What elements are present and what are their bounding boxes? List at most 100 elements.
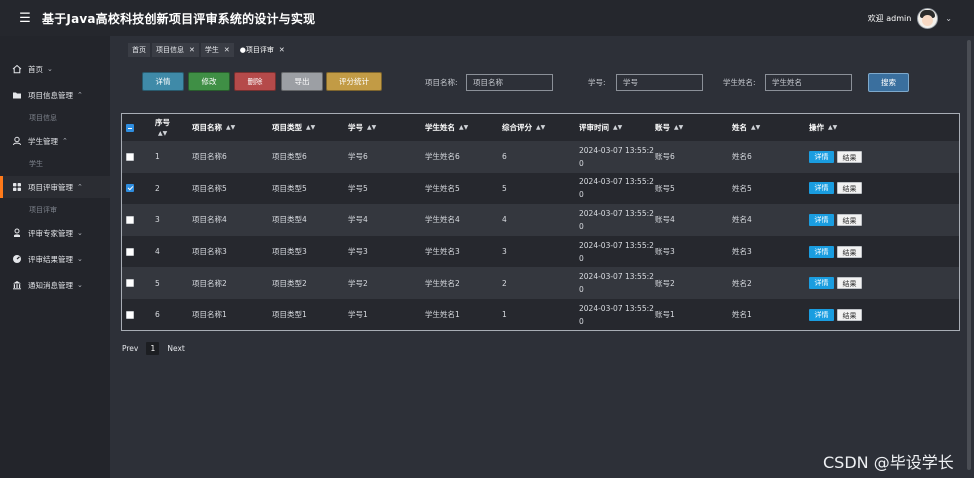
row-result-button[interactable]: 结果 [837,277,862,290]
tab-label: 学生 [204,46,219,54]
time-line: 2024-03-07 13:55:2 [579,272,654,282]
row-checkbox[interactable] [126,215,134,224]
row-result-button[interactable]: 结果 [837,245,862,258]
cell-account: 账号2 [655,278,675,288]
avatar[interactable] [917,7,939,29]
col-header-score[interactable]: 综合评分 ▲▼ [502,114,545,141]
vertical-scrollbar[interactable] [967,40,971,470]
column-label: 项目类型 [272,123,302,132]
row-checkbox[interactable] [126,279,134,288]
chevron-down-icon[interactable]: ⌄ [945,14,952,23]
score-stats-button[interactable]: 评分统计 [326,72,382,91]
student-no-input[interactable] [616,74,703,91]
sidebar-item-results[interactable]: 评审结果管理 ⌄ [0,248,110,270]
table-row[interactable]: 1 项目名称6 项目类型6 学号6 学生姓名6 6 2024-03-07 13:… [122,141,959,173]
search-button[interactable]: 搜索 [868,73,909,92]
column-label: 综合评分 [502,123,532,132]
cell-ops: 详情 结果 [809,267,862,299]
table-row[interactable]: 2 项目名称5 项目类型5 学号5 学生姓名5 5 2024-03-07 13:… [122,172,959,205]
cell-account: 账号4 [655,215,675,225]
col-header-name[interactable]: 姓名 ▲▼ [732,114,760,141]
table-row[interactable]: 3 项目名称4 项目类型4 学号4 学生姓名4 4 2024-03-07 13:… [122,204,959,236]
column-label: 操作 [809,123,824,132]
sort-icon: ▲▼ [828,124,838,131]
row-detail-button[interactable]: 详情 [809,182,834,195]
col-header-project[interactable]: 项目名称 ▲▼ [192,114,235,141]
select-all-checkbox[interactable] [126,123,134,132]
cell-account: 账号3 [655,247,675,257]
row-detail-button[interactable]: 详情 [809,245,834,258]
tab-project-info[interactable]: 项目信息 ✕ [152,43,199,57]
cell-sid: 学号1 [348,310,368,320]
table-row[interactable]: 5 项目名称2 项目类型2 学号2 学生姓名2 2 2024-03-07 13:… [122,267,959,299]
export-button[interactable]: 导出 [281,72,323,91]
col-header-sid[interactable]: 学号 ▲▼ [348,114,376,141]
col-header-account[interactable]: 账号 ▲▼ [655,114,683,141]
sidebar-sub-review[interactable]: 项目评审 [0,198,110,222]
cell-score: 2 [502,278,507,288]
avatar-face [922,14,934,26]
detail-button[interactable]: 详情 [142,72,184,91]
row-result-button[interactable]: 结果 [837,308,862,321]
edit-button[interactable]: 修改 [188,72,230,91]
cell-ops: 详情 结果 [809,299,862,330]
tab-review[interactable]: ●项目评审 ✕ [235,43,289,57]
cell-type: 项目类型6 [272,152,307,162]
cell-name: 姓名6 [732,152,752,162]
person-icon [11,228,22,239]
close-icon[interactable]: ✕ [189,46,195,54]
table-row[interactable]: 6 项目名称1 项目类型1 学号1 学生姓名1 1 2024-03-07 13:… [122,299,959,330]
col-header-ops[interactable]: 操作 ▲▼ [809,114,837,141]
time-line: 0 [579,253,584,263]
row-select-cell [126,141,134,173]
row-checkbox[interactable] [126,184,134,193]
row-checkbox[interactable] [126,152,134,161]
sidebar-item-home[interactable]: 首页 ⌄ [0,58,110,80]
sidebar-item-review[interactable]: 项目评审管理 ⌃ [0,176,110,198]
cell-account: 账号6 [655,152,675,162]
tab-student[interactable]: 学生 ✕ [200,43,234,57]
tab-home[interactable]: 首页 [128,43,150,57]
row-result-button[interactable]: 结果 [837,182,862,195]
col-header-sname[interactable]: 学生姓名 ▲▼ [425,114,468,141]
cell-sname: 学生姓名3 [425,247,460,257]
student-name-input[interactable] [765,74,852,91]
cell-sname: 学生姓名6 [425,152,460,162]
sidebar-item-student[interactable]: 学生管理 ⌃ [0,130,110,152]
sidebar-item-notices[interactable]: 通知消息管理 ⌄ [0,274,110,296]
sidebar-item-project-info[interactable]: 项目信息管理 ⌃ [0,84,110,106]
row-detail-button[interactable]: 详情 [809,213,834,226]
prev-page-button[interactable]: Prev [122,344,138,353]
tab-label: ●项目评审 [239,46,274,54]
sort-icon: ▲▼ [306,124,316,131]
next-page-button[interactable]: Next [167,344,184,353]
cell-score: 1 [502,310,507,320]
sidebar-sub-project-info[interactable]: 项目信息 [0,106,110,130]
project-name-input[interactable] [466,74,553,91]
row-select-cell [126,267,134,299]
row-checkbox[interactable] [126,310,134,319]
col-header-time[interactable]: 评审时间 ▲▼ [579,114,622,141]
column-label: 账号 [655,123,670,132]
cell-type: 项目类型3 [272,247,307,257]
sidebar-sub-student[interactable]: 学生 [0,152,110,176]
cell-name: 姓名1 [732,310,752,320]
main-content: 首页 项目信息 ✕ 学生 ✕ ●项目评审 ✕ 详情 修改 删除 导出 评分统计 项目名… [110,36,974,478]
table-row[interactable]: 4 项目名称3 项目类型3 学号3 学生姓名3 3 2024-03-07 13:… [122,235,959,268]
hamburger-icon[interactable]: ☰ [14,12,36,25]
sidebar-item-experts[interactable]: 评审专家管理 ⌄ [0,222,110,244]
close-icon[interactable]: ✕ [224,46,230,54]
delete-button[interactable]: 删除 [234,72,276,91]
page-number-current[interactable]: 1 [146,342,160,355]
close-icon[interactable]: ✕ [279,46,285,54]
row-detail-button[interactable]: 详情 [809,277,834,290]
user-area[interactable]: 欢迎 admin ⌄ [868,0,952,36]
row-detail-button[interactable]: 详情 [809,150,834,163]
chevron-down-icon: ⌄ [77,281,83,289]
row-checkbox[interactable] [126,247,134,256]
col-header-no[interactable]: 序号 ▲▼ [155,114,170,141]
row-result-button[interactable]: 结果 [837,150,862,163]
row-result-button[interactable]: 结果 [837,213,862,226]
row-detail-button[interactable]: 详情 [809,308,834,321]
col-header-type[interactable]: 项目类型 ▲▼ [272,114,315,141]
